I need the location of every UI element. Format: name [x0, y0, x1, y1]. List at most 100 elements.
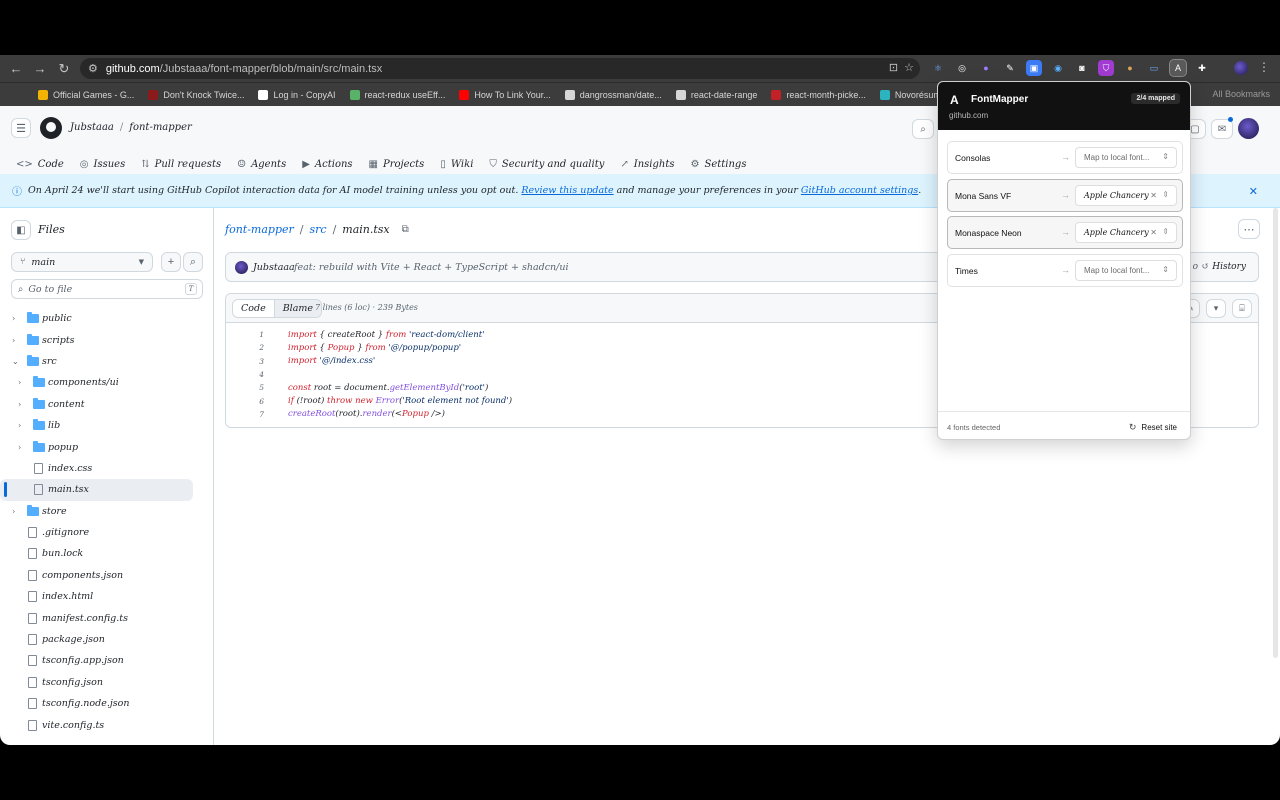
commit-avatar[interactable]	[235, 261, 248, 274]
user-avatar[interactable]	[1238, 118, 1259, 139]
tree-file[interactable]: package.json	[0, 629, 214, 650]
site-settings-icon[interactable]: ⚙	[88, 62, 98, 75]
account-settings-link[interactable]: GitHub account settings	[801, 185, 918, 196]
tree-file[interactable]: tsconfig.app.json	[0, 650, 214, 671]
go-to-file-input[interactable]: ⌕ Go to file T	[11, 279, 203, 299]
tree-file[interactable]: index.html	[0, 586, 214, 607]
chevron-right-icon[interactable]: ›	[12, 314, 15, 323]
extension-camera2-icon[interactable]: ◙	[1074, 60, 1090, 76]
commit-author[interactable]: Jubstaaa	[253, 262, 295, 273]
tree-file[interactable]: vite.config.ts	[0, 714, 214, 735]
tree-file[interactable]: manifest.config.ts	[0, 607, 214, 628]
tree-folder[interactable]: › store	[0, 501, 214, 522]
crumb-repo[interactable]: font-mapper	[225, 223, 294, 236]
branch-select[interactable]: ⑂ main ▼	[11, 252, 153, 272]
bookmark-item[interactable]: Official Games - G...	[38, 89, 134, 100]
bookmark-item[interactable]: react-date-range	[675, 89, 757, 100]
extension-blue-icon[interactable]: ▣	[1026, 60, 1042, 76]
extension-cookie-icon[interactable]: ●	[1122, 60, 1138, 76]
edit-dropdown-icon[interactable]: ▾	[1206, 299, 1226, 318]
bookmark-item[interactable]: react-month-picke...	[771, 89, 866, 100]
code-tab[interactable]: Code	[233, 300, 275, 317]
more-options-button[interactable]: ⋯	[1238, 219, 1260, 239]
extension-camera-icon[interactable]: ◉	[1050, 60, 1066, 76]
tree-file[interactable]: components.json	[0, 565, 214, 586]
add-file-button[interactable]: +	[161, 252, 181, 272]
line-number[interactable]: 2	[226, 343, 264, 352]
tree-folder[interactable]: › public	[0, 308, 214, 329]
github-logo-icon[interactable]	[40, 117, 62, 139]
chevron-down-icon[interactable]: ⌄	[12, 357, 19, 366]
tree-file[interactable]: .gitignore	[0, 522, 214, 543]
tree-folder[interactable]: › lib	[0, 415, 214, 436]
tree-file[interactable]: tsconfig.node.json	[0, 693, 214, 714]
extension-screen-icon[interactable]: ▭	[1146, 60, 1162, 76]
extension-shield-icon[interactable]: ⛉	[1098, 60, 1114, 76]
owner-link[interactable]: Jubstaaa	[70, 122, 114, 133]
chevron-right-icon[interactable]: ›	[12, 507, 15, 516]
tree-folder[interactable]: › scripts	[0, 329, 214, 350]
inbox-icon[interactable]: ✉	[1211, 119, 1233, 139]
tree-file[interactable]: index.css	[0, 458, 214, 479]
history-button[interactable]: ↺ History	[1202, 262, 1246, 272]
star-icon[interactable]: ☆	[904, 61, 914, 74]
bookmark-item[interactable]: react-redux useEff...	[349, 89, 445, 100]
commit-message[interactable]: feat: rebuild with Vite + React + TypeSc…	[294, 262, 569, 273]
address-bar[interactable]: ⚙ github.com/Jubstaaa/font-mapper/blob/m…	[80, 58, 920, 79]
bookmark-item[interactable]: Log in - CopyAI	[258, 89, 336, 100]
crumb-dir[interactable]: src	[309, 223, 326, 236]
sidebar-toggle-icon[interactable]: ◧	[11, 220, 31, 240]
line-number[interactable]: 7	[226, 410, 264, 419]
tree-file[interactable]: bun.lock	[0, 543, 214, 564]
extension-react-icon[interactable]: ⚛	[930, 60, 946, 76]
bookmark-item[interactable]: How To Link Your...	[459, 89, 551, 100]
chevron-right-icon[interactable]: ›	[12, 336, 15, 345]
extension-purple-icon[interactable]: ●	[978, 60, 994, 76]
bookmark-item[interactable]: Don't Knock Twice...	[148, 89, 244, 100]
tree-folder[interactable]: › components/ui	[0, 372, 214, 393]
tree-folder[interactable]: › popup	[0, 436, 214, 457]
symbols-icon[interactable]: ⌸	[1232, 299, 1252, 318]
tree-folder[interactable]: › content	[0, 394, 214, 415]
all-bookmarks[interactable]: All Bookmarks	[1212, 89, 1270, 99]
repo-link[interactable]: font-mapper	[129, 122, 192, 133]
search-icon[interactable]: ⌕	[912, 119, 934, 139]
browser-menu-icon[interactable]: ⋮	[1258, 60, 1270, 74]
clear-mapping-icon[interactable]: ✕	[1150, 191, 1157, 200]
line-number[interactable]: 1	[226, 330, 264, 339]
tree-file[interactable]: tsconfig.json	[0, 672, 214, 693]
forward-icon[interactable]: →	[28, 55, 52, 82]
line-number[interactable]: 3	[226, 357, 264, 366]
extension-circle-icon[interactable]: ◎	[954, 60, 970, 76]
page-scrollbar[interactable]	[1273, 208, 1278, 658]
local-font-select[interactable]: Apple Chancery ✕ ⇕	[1075, 184, 1177, 206]
chevron-right-icon[interactable]: ›	[18, 443, 21, 452]
line-number[interactable]: 4	[226, 370, 264, 379]
chevron-right-icon[interactable]: ›	[18, 400, 21, 409]
chevron-right-icon[interactable]: ›	[18, 421, 21, 430]
tree-file[interactable]: main.tsx	[0, 479, 193, 501]
bookmark-item[interactable]: dangrossman/date...	[564, 89, 662, 100]
back-icon[interactable]: ←	[4, 55, 28, 82]
reload-icon[interactable]: ↻	[52, 55, 76, 82]
close-icon[interactable]: ✕	[1249, 185, 1258, 198]
local-font-select[interactable]: Apple Chancery ✕ ⇕	[1075, 222, 1177, 243]
local-font-select[interactable]: Map to local font... ⇕	[1075, 259, 1177, 281]
chevron-right-icon[interactable]: ›	[18, 378, 21, 387]
search-files-button[interactable]: ⌕	[183, 252, 203, 272]
tree-folder[interactable]: ⌄ src	[0, 351, 214, 372]
extension-pen-icon[interactable]: ✎	[1002, 60, 1018, 76]
review-update-link[interactable]: Review this update	[521, 185, 613, 196]
install-icon[interactable]: ⊡	[889, 61, 898, 74]
reset-site-button[interactable]: ↻ Reset site	[1129, 422, 1177, 433]
tab-label: Projects	[383, 158, 425, 170]
clear-mapping-icon[interactable]: ✕	[1150, 228, 1157, 237]
profile-avatar[interactable]	[1234, 61, 1248, 75]
extensions-puzzle-icon[interactable]: ✚	[1194, 60, 1210, 76]
line-number[interactable]: 6	[226, 397, 264, 406]
copy-icon[interactable]: ⧉	[402, 224, 409, 235]
line-number[interactable]: 5	[226, 383, 264, 392]
extension-fontmapper-icon[interactable]: A	[1169, 59, 1187, 77]
local-font-select[interactable]: Map to local font... ⇕	[1075, 147, 1177, 168]
menu-icon[interactable]: ☰	[11, 118, 31, 138]
